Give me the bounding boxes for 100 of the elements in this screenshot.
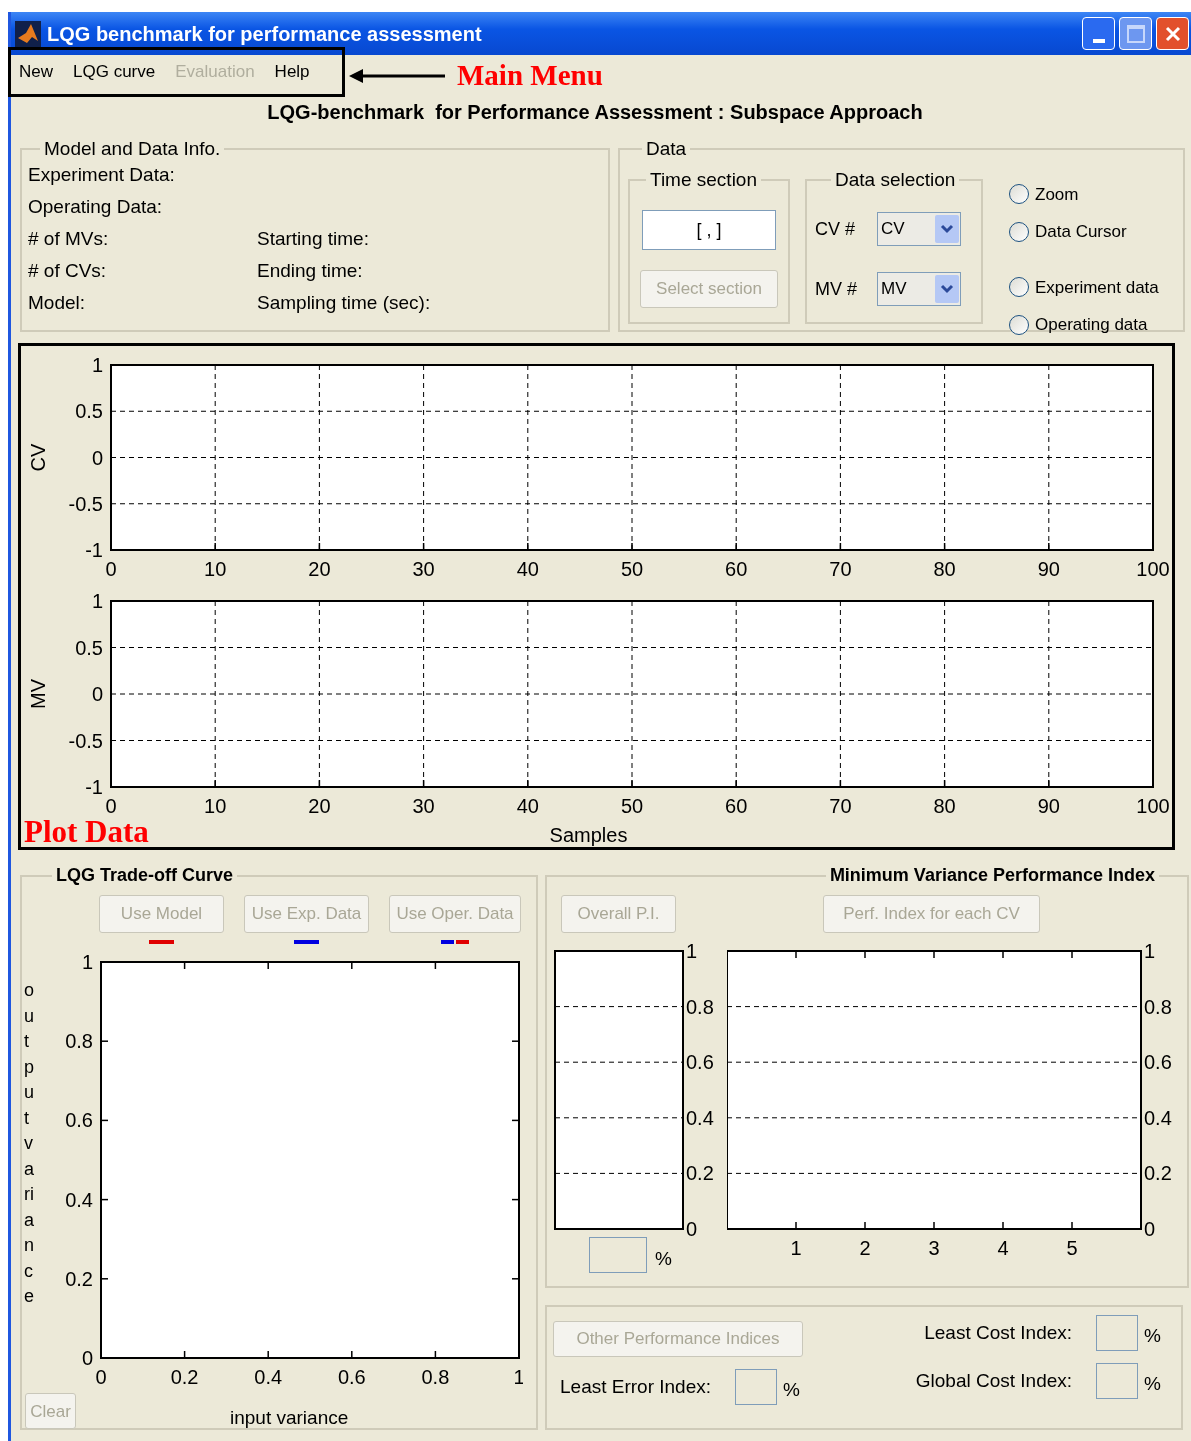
- tick-label: 30: [412, 795, 435, 816]
- tick-label: 0: [105, 558, 117, 580]
- unit-label: %: [1144, 1323, 1161, 1348]
- chevron-icon: [935, 275, 959, 303]
- info-label: Experiment Data:: [28, 163, 176, 188]
- tick-label: 1: [686, 940, 698, 962]
- tick-label: 2: [859, 1237, 871, 1259]
- tick-label: 0.6: [1144, 1051, 1172, 1074]
- tick-label: 90: [1037, 558, 1060, 580]
- input-field[interactable]: [735, 1369, 778, 1405]
- tick-label: 100: [1136, 558, 1170, 580]
- field-label: MV #: [815, 277, 858, 301]
- tick-label: 3: [928, 1237, 940, 1259]
- tick-label: 0: [686, 1218, 698, 1237]
- tick-label: 40: [516, 795, 539, 816]
- tick-label: -0.5: [68, 729, 103, 752]
- chevron-icon: [935, 215, 959, 243]
- tick-label: -1: [85, 539, 103, 561]
- tick-label: 1: [513, 1366, 523, 1388]
- tick-label: 10: [204, 795, 227, 816]
- tick-label: 1: [790, 1237, 802, 1259]
- tick-label: 1: [91, 590, 103, 612]
- minimize-button[interactable]: [1082, 17, 1115, 50]
- input-field[interactable]: [1096, 1315, 1139, 1351]
- menu-item[interactable]: LQG curve: [73, 59, 156, 85]
- tick-label: 70: [829, 795, 852, 816]
- tick-label: 0: [81, 1347, 93, 1369]
- tick-label: -1: [85, 776, 103, 798]
- tick-label: 10: [204, 558, 227, 580]
- tick-label: 0.4: [1144, 1106, 1172, 1129]
- input-field[interactable]: [ , ]: [642, 210, 776, 250]
- group-title: Time section: [649, 167, 758, 192]
- tick-label: 0.5: [75, 636, 103, 659]
- window-title: LQG benchmark for performance assessment: [47, 21, 482, 47]
- tick-label: 0.6: [337, 1366, 366, 1388]
- tick-label: 50: [620, 795, 644, 816]
- group-title: Model and Data Info.: [43, 137, 222, 161]
- info-label: Ending time:: [257, 259, 364, 284]
- tick-label: 0.5: [75, 400, 103, 423]
- unit-label: %: [1144, 1371, 1161, 1396]
- info-label: # of MVs:: [28, 227, 110, 252]
- app-icon: [15, 20, 41, 47]
- group-title: Data selection: [834, 167, 957, 192]
- dropdown[interactable]: MV: [877, 272, 961, 306]
- maximize-button[interactable]: [1119, 17, 1152, 50]
- tick-label: 0.8: [686, 995, 714, 1018]
- tick-label: 0.8: [421, 1366, 450, 1388]
- axis-label: output variance: [24, 979, 35, 1308]
- field-label: Least Cost Index:: [924, 1320, 1073, 1345]
- tick-label: 0.2: [1144, 1162, 1172, 1185]
- tick-label: 20: [308, 795, 331, 816]
- tick-label: 0: [105, 795, 117, 816]
- tick-label: 60: [725, 795, 748, 816]
- annotation-label: Main Menu: [457, 58, 603, 94]
- unit-label: %: [783, 1377, 800, 1402]
- tick-label: 5: [1066, 1237, 1078, 1259]
- info-label: Sampling time (sec):: [257, 291, 432, 316]
- field-label: Global Cost Index:: [915, 1368, 1073, 1393]
- tick-label: 1: [1144, 940, 1156, 962]
- menu-item[interactable]: New: [19, 59, 53, 85]
- tick-label: 0: [1144, 1218, 1156, 1240]
- menu-item[interactable]: Help: [274, 59, 310, 85]
- input-field[interactable]: [589, 1237, 647, 1274]
- info-label: Model:: [28, 291, 87, 316]
- tick-label: 1: [81, 952, 93, 973]
- axis-label: CV: [27, 443, 49, 472]
- tick-label: 30: [412, 558, 435, 580]
- tick-label: 40: [516, 558, 539, 580]
- tick-label: -0.5: [68, 492, 103, 515]
- tick-label: 20: [308, 558, 331, 580]
- tick-label: 0.8: [65, 1030, 93, 1053]
- page-heading: LQG-benchmark for Performance Assessment : Subspace Approach: [267, 100, 923, 125]
- tick-label: 0.2: [686, 1162, 714, 1185]
- close-icon: [1164, 25, 1181, 42]
- minimize-icon: [1092, 39, 1105, 43]
- info-label: # of CVs:: [28, 259, 108, 284]
- group-title: Minimum Variance Performance Index: [828, 864, 1156, 887]
- radio-button[interactable]: Experiment data: [1009, 274, 1159, 300]
- tick-label: 100: [1136, 795, 1170, 816]
- tick-label: 0.8: [1144, 995, 1172, 1018]
- tick-label: 0: [91, 446, 103, 469]
- input-field[interactable]: [1096, 1363, 1139, 1399]
- close-button[interactable]: [1156, 17, 1189, 50]
- axis-label: input variance: [230, 1406, 349, 1430]
- tick-label: 1: [91, 354, 103, 376]
- radio-button[interactable]: Zoom: [1009, 181, 1159, 207]
- tick-label: 0: [95, 1366, 107, 1388]
- tick-label: 0.2: [65, 1267, 93, 1290]
- dropdown[interactable]: CV: [877, 212, 961, 246]
- unit-label: %: [655, 1247, 672, 1271]
- tick-label: 4: [997, 1237, 1009, 1259]
- radio-button[interactable]: Operating data: [1009, 312, 1159, 338]
- tick-label: 0.6: [65, 1109, 93, 1132]
- tick-label: 0.4: [254, 1366, 283, 1388]
- tick-label: 80: [933, 795, 956, 816]
- field-label: CV #: [815, 217, 857, 241]
- radio-button[interactable]: Data Cursor: [1009, 219, 1159, 245]
- maximize-icon: [1126, 24, 1145, 43]
- tick-label: 80: [933, 558, 956, 580]
- tick-label: 0.4: [65, 1188, 93, 1211]
